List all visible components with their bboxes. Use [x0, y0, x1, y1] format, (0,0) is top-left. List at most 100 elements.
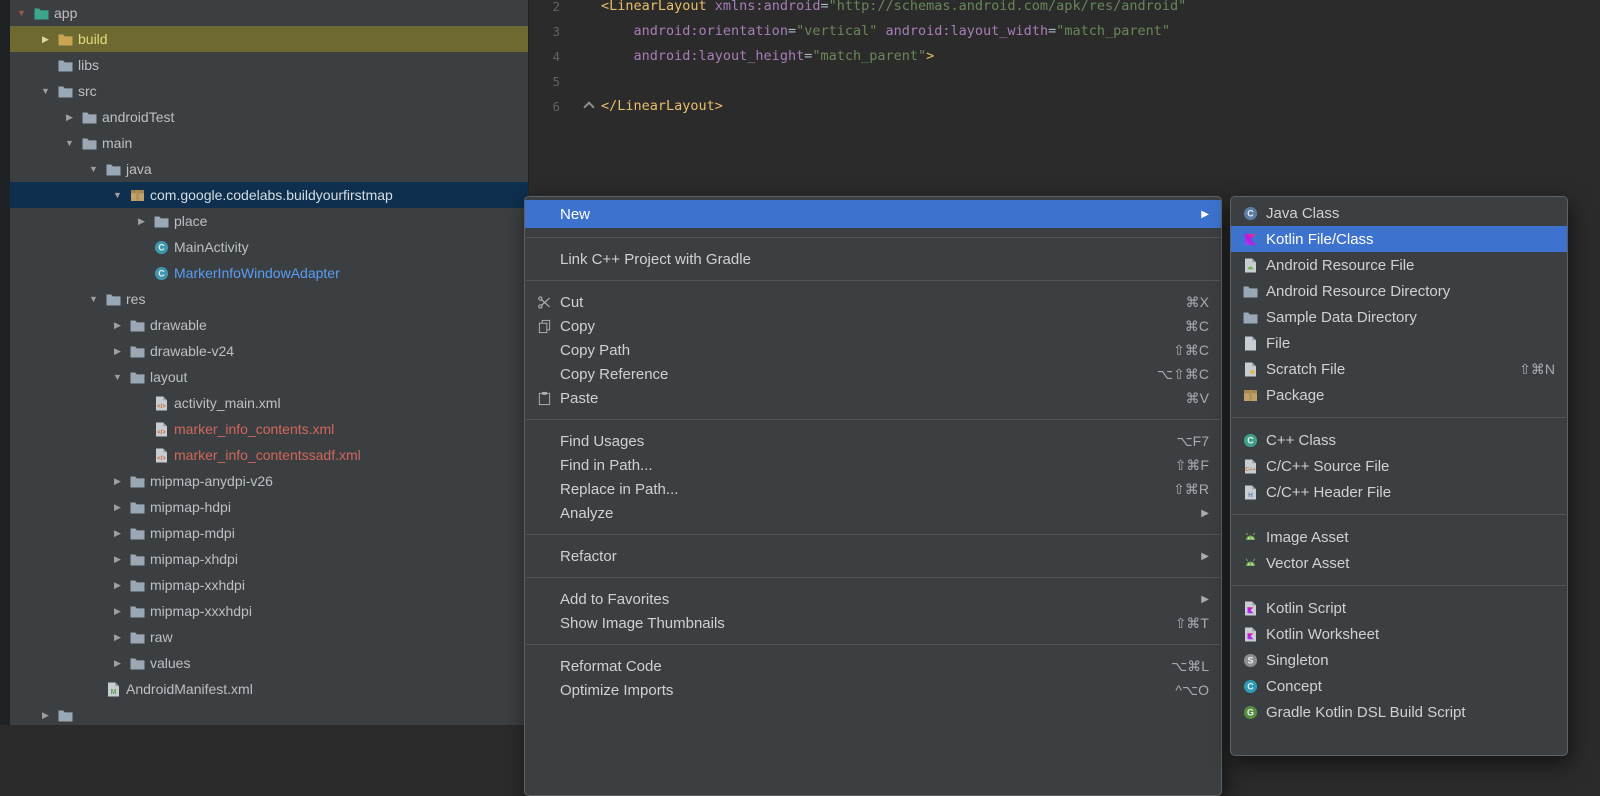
menu-item-c-c-source-file[interactable]: C++C/C++ Source File [1231, 453, 1567, 479]
menu-item-kotlin-file-class[interactable]: Kotlin File/Class [1231, 226, 1567, 252]
tree-row-libs[interactable]: libs [10, 52, 528, 78]
code-line[interactable]: 6</LinearLayout> [529, 94, 1600, 119]
menu-item-image-asset[interactable]: Image Asset [1231, 524, 1567, 550]
code-line[interactable]: 3 android:orientation="vertical" android… [529, 19, 1600, 44]
menu-item-add-to-favorites[interactable]: Add to Favorites▶ [525, 587, 1221, 611]
menu-item-scratch-file[interactable]: Scratch File⇧⌘N [1231, 356, 1567, 382]
menu-item-kotlin-worksheet[interactable]: Kotlin Worksheet [1231, 621, 1567, 647]
menu-item-replace-in-path[interactable]: Replace in Path...⇧⌘R [525, 477, 1221, 501]
expand-arrow-icon[interactable]: ▶ [108, 606, 127, 617]
code-token: "vertical" [796, 19, 877, 44]
fold-marker-icon[interactable] [583, 101, 594, 112]
code-area[interactable]: 2<LinearLayout xmlns:android="http://sch… [529, 0, 1600, 119]
collapse-arrow-icon[interactable]: ▼ [84, 294, 103, 304]
menu-item-new[interactable]: New▶ [525, 200, 1221, 228]
menu-item-find-usages[interactable]: Find Usages⌥F7 [525, 429, 1221, 453]
collapse-arrow-icon[interactable]: ▼ [60, 138, 79, 148]
expand-arrow-icon[interactable]: ▶ [36, 34, 55, 45]
menu-item-show-image-thumbnails[interactable]: Show Image Thumbnails⇧⌘T [525, 611, 1221, 635]
collapse-arrow-icon[interactable]: ▼ [84, 164, 103, 174]
expand-arrow-icon[interactable]: ▶ [108, 632, 127, 643]
tree-row-androidmanifest-xml[interactable]: MAndroidManifest.xml [10, 676, 528, 702]
tree-row-mipmap-xxhdpi[interactable]: ▶mipmap-xxhdpi [10, 572, 528, 598]
menu-item-copy[interactable]: Copy⌘C [525, 314, 1221, 338]
tree-row-app[interactable]: ▼app [10, 0, 528, 26]
menu-item-label: Copy Path [560, 342, 630, 359]
expand-arrow-icon[interactable]: ▶ [108, 554, 127, 565]
collapse-arrow-icon[interactable]: ▼ [108, 190, 127, 200]
menu-item-concept[interactable]: CConcept [1231, 673, 1567, 699]
menu-item-reformat-code[interactable]: Reformat Code⌥⌘L [525, 654, 1221, 678]
svg-text:C++: C++ [1245, 467, 1255, 473]
expand-arrow-icon[interactable]: ▶ [108, 528, 127, 539]
menu-item-android-resource-file[interactable]: Android Resource File [1231, 252, 1567, 278]
tree-row-java[interactable]: ▼ java [10, 156, 528, 182]
tree-row-layout[interactable]: ▼layout [10, 364, 528, 390]
tree-row-drawable[interactable]: ▶drawable [10, 312, 528, 338]
code-line[interactable]: 2<LinearLayout xmlns:android="http://sch… [529, 0, 1600, 19]
code-line[interactable]: 5 [529, 69, 1600, 94]
tree-item-label: java [126, 161, 152, 177]
collapse-arrow-icon[interactable]: ▼ [12, 8, 31, 18]
tree-row-mipmap-hdpi[interactable]: ▶mipmap-hdpi [10, 494, 528, 520]
menu-item-copy-reference[interactable]: Copy Reference⌥⇧⌘C [525, 362, 1221, 386]
menu-item-optimize-imports[interactable]: Optimize Imports^⌥O [525, 678, 1221, 702]
menu-item-link-c-project-with-gradle[interactable]: Link C++ Project with Gradle [525, 247, 1221, 271]
menu-item-c-class[interactable]: CC++ Class [1231, 427, 1567, 453]
tree-row-mipmap-mdpi[interactable]: ▶mipmap-mdpi [10, 520, 528, 546]
menu-item-paste[interactable]: Paste⌘V [525, 386, 1221, 410]
tree-row-values[interactable]: ▶values [10, 650, 528, 676]
tree-row-mainactivity[interactable]: CMainActivity [10, 234, 528, 260]
expand-arrow-icon[interactable]: ▶ [108, 476, 127, 487]
menu-item-vector-asset[interactable]: Vector Asset [1231, 550, 1567, 576]
menu-item-copy-path[interactable]: Copy Path⇧⌘C [525, 338, 1221, 362]
menu-item-gradle-kotlin-dsl-build-script[interactable]: GGradle Kotlin DSL Build Script [1231, 699, 1567, 725]
menu-item-refactor[interactable]: Refactor▶ [525, 544, 1221, 568]
code-token: "http://schemas.android.com/apk/res/andr… [829, 0, 1187, 19]
menu-item-cut[interactable]: Cut⌘X [525, 290, 1221, 314]
code-line[interactable]: 4 android:layout_height="match_parent"> [529, 44, 1600, 69]
menu-item-java-class[interactable]: CJava Class [1231, 200, 1567, 226]
xml-icon: </> [151, 395, 172, 411]
expand-arrow-icon[interactable]: ▶ [132, 216, 151, 227]
menu-item-singleton[interactable]: SSingleton [1231, 647, 1567, 673]
menu-item-analyze[interactable]: Analyze▶ [525, 501, 1221, 525]
tree-row-marker-info-contents-xml[interactable]: </>marker_info_contents.xml [10, 416, 528, 442]
menu-item-sample-data-directory[interactable]: Sample Data Directory [1231, 304, 1567, 330]
tree-row-partial[interactable]: ▶ [10, 702, 528, 725]
code-token: "match_parent" [812, 44, 926, 69]
expand-arrow-icon[interactable]: ▶ [108, 658, 127, 669]
tree-row-src[interactable]: ▼src [10, 78, 528, 104]
tree-row-markerinfowindowadapter[interactable]: CMarkerInfoWindowAdapter [10, 260, 528, 286]
tree-row-raw[interactable]: ▶raw [10, 624, 528, 650]
tree-row-build[interactable]: ▶build [10, 26, 528, 52]
menu-item-android-resource-directory[interactable]: Android Resource Directory [1231, 278, 1567, 304]
tree-row-mipmap-xhdpi[interactable]: ▶mipmap-xhdpi [10, 546, 528, 572]
menu-item-find-in-path[interactable]: Find in Path...⇧⌘F [525, 453, 1221, 477]
menu-item-package[interactable]: Package [1231, 382, 1567, 408]
menu-item-file[interactable]: File [1231, 330, 1567, 356]
expand-arrow-icon[interactable]: ▶ [108, 502, 127, 513]
tree-item-label: androidTest [102, 109, 174, 125]
tree-row-mipmap-anydpi-v26[interactable]: ▶mipmap-anydpi-v26 [10, 468, 528, 494]
tree-row-com-google-codelabs-buildyourfirstmap[interactable]: ▼com.google.codelabs.buildyourfirstmap [10, 182, 528, 208]
tree-row-main[interactable]: ▼main [10, 130, 528, 156]
tree-row-activity-main-xml[interactable]: </>activity_main.xml [10, 390, 528, 416]
expand-arrow-icon[interactable]: ▶ [108, 320, 127, 331]
tree-row-place[interactable]: ▶place [10, 208, 528, 234]
menu-item-c-c-header-file[interactable]: HC/C++ Header File [1231, 479, 1567, 505]
expand-arrow-icon[interactable]: ▶ [108, 346, 127, 357]
code-token: </LinearLayout> [601, 94, 723, 119]
expand-arrow-icon[interactable]: ▶ [108, 580, 127, 591]
expand-arrow-icon[interactable]: ▶ [60, 112, 79, 123]
tree-row-drawable-v24[interactable]: ▶drawable-v24 [10, 338, 528, 364]
tree-row-androidtest[interactable]: ▶ androidTest [10, 104, 528, 130]
collapse-arrow-icon[interactable]: ▼ [36, 86, 55, 96]
tree-row-mipmap-xxxhdpi[interactable]: ▶mipmap-xxxhdpi [10, 598, 528, 624]
folder-icon [127, 629, 148, 645]
tree-row-marker-info-contentssadf-xml[interactable]: </>marker_info_contentssadf.xml [10, 442, 528, 468]
tree-row-res[interactable]: ▼res [10, 286, 528, 312]
menu-item-kotlin-script[interactable]: Kotlin Script [1231, 595, 1567, 621]
collapse-arrow-icon[interactable]: ▼ [108, 372, 127, 382]
expand-arrow-icon[interactable]: ▶ [36, 710, 55, 721]
